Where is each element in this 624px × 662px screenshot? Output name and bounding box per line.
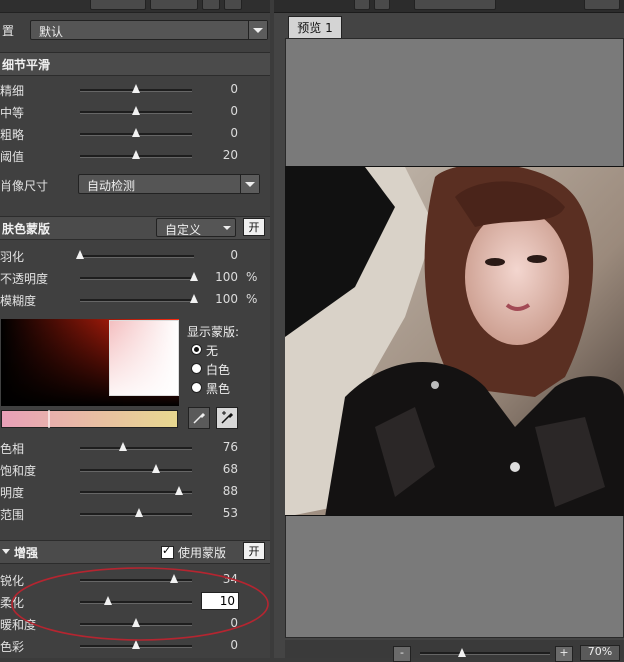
slider-label: 明度 (0, 486, 25, 500)
top-button-2[interactable] (150, 0, 198, 10)
section-title: 细节平滑 (2, 58, 51, 72)
mask-option-label: 黑色 (206, 382, 231, 396)
tab-preview-1[interactable]: 预览 1 (288, 16, 342, 38)
zoom-slider[interactable] (420, 652, 550, 655)
mask-option-label: 白色 (206, 363, 231, 377)
slider-value[interactable]: 0 (208, 248, 238, 262)
slider-label: 范围 (0, 508, 25, 522)
top-button-4[interactable] (224, 0, 242, 10)
slider-label: 粗略 (0, 128, 25, 142)
slider-value[interactable]: 53 (208, 506, 238, 520)
zoom-slider-thumb[interactable] (458, 648, 466, 657)
slider-label: 模糊度 (0, 294, 37, 308)
zoom-in-button[interactable]: + (555, 646, 573, 662)
view-mode-button-1[interactable] (354, 0, 370, 10)
color-range-box[interactable] (109, 320, 179, 396)
chevron-down-icon (223, 226, 231, 230)
slider-value[interactable]: 100 (208, 270, 238, 284)
slider-thumb[interactable] (132, 150, 140, 159)
use-mask-label: 使用蒙版 (178, 546, 227, 560)
mask-option-label: 无 (206, 344, 219, 358)
eyedropper-plus-icon[interactable] (216, 407, 238, 429)
slider-value[interactable]: 0 (208, 104, 238, 118)
mask-mode-value: 自定义 (165, 223, 202, 237)
preview-toolbar (274, 0, 624, 13)
slider-label: 中等 (0, 106, 25, 120)
mask-option-radio[interactable] (191, 363, 202, 374)
slider-value[interactable]: 20 (208, 148, 238, 162)
portrait-size-select[interactable]: 自动检测 (78, 174, 260, 194)
slider-thumb[interactable] (132, 128, 140, 137)
mask-mode-select[interactable]: 自定义 (156, 218, 236, 237)
slider-thumb[interactable] (135, 508, 144, 517)
slider-thumb[interactable] (174, 486, 183, 495)
slider-value[interactable]: 68 (208, 462, 238, 476)
slider-value[interactable]: 0 (208, 126, 238, 140)
slider-unit: % (246, 270, 258, 284)
slider-track[interactable] (80, 299, 194, 302)
chevron-down-icon (248, 21, 267, 39)
highlight-circle (11, 567, 269, 641)
portrait-size-label: 肖像尺寸 (0, 179, 49, 193)
slider-value[interactable]: 88 (208, 484, 238, 498)
slider-label: 饱和度 (0, 464, 37, 478)
slider-label: 色相 (0, 442, 25, 456)
chevron-down-icon (240, 175, 259, 193)
slider-thumb[interactable] (152, 464, 161, 473)
zoom-out-button[interactable]: - (393, 646, 411, 662)
show-mask-label: 显示蒙版: (187, 325, 240, 339)
hue-range-marker[interactable] (48, 410, 50, 428)
slider-label: 不透明度 (0, 272, 49, 286)
zoom-level[interactable]: 70% (580, 645, 620, 661)
slider-thumb[interactable] (132, 84, 140, 93)
section-detail-smooth[interactable]: 细节平滑 (0, 52, 270, 76)
enhance-on-button[interactable]: 开 (243, 542, 265, 560)
top-button-3[interactable] (202, 0, 220, 10)
preset-label: 置 (2, 24, 15, 38)
slider-thumb[interactable] (190, 294, 198, 303)
slider-track[interactable] (80, 277, 194, 280)
slider-label: 精细 (0, 84, 25, 98)
eyedropper-icon[interactable] (188, 407, 210, 429)
view-mode-button-3[interactable] (414, 0, 496, 10)
slider-unit: % (246, 292, 258, 306)
slider-thumb[interactable] (190, 272, 198, 281)
slider-label: 阈值 (0, 150, 25, 164)
slider-track[interactable] (80, 255, 194, 258)
slider-value[interactable]: 100 (208, 292, 238, 306)
slider-label: 羽化 (0, 250, 25, 264)
slider-track[interactable] (80, 447, 192, 450)
slider-track[interactable] (80, 469, 192, 472)
preset-select-value: 默认 (39, 25, 64, 39)
preset-select[interactable]: 默认 (30, 20, 268, 40)
portrait-size-value: 自动检测 (87, 179, 136, 193)
hue-gradient-bar[interactable] (1, 410, 178, 428)
slider-value[interactable]: 76 (208, 440, 238, 454)
mask-option-radio[interactable] (191, 344, 202, 355)
view-mode-button-2[interactable] (374, 0, 390, 10)
slider-thumb[interactable] (132, 106, 140, 115)
section-title: 肤色蒙版 (2, 222, 51, 236)
skin-mask-on-button[interactable]: 开 (243, 218, 265, 236)
portrait-photo (285, 166, 624, 516)
preview-status-bar (285, 640, 624, 658)
view-mode-button-4[interactable] (584, 0, 620, 10)
slider-value[interactable]: 0 (208, 82, 238, 96)
use-mask-checkbox[interactable] (161, 544, 174, 559)
section-enhance[interactable]: 增强 (0, 540, 270, 564)
mask-option-radio[interactable] (191, 382, 202, 393)
slider-thumb[interactable] (76, 250, 84, 259)
section-title: 增强 (14, 546, 39, 560)
top-toolbar (0, 0, 270, 13)
top-button-1[interactable] (90, 0, 146, 10)
slider-thumb[interactable] (118, 442, 127, 451)
collapse-icon[interactable] (2, 549, 10, 554)
